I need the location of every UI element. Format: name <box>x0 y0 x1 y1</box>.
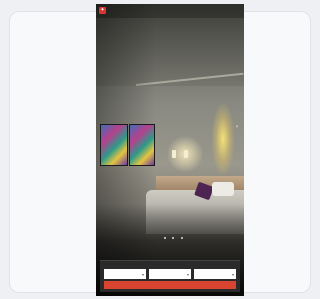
top-nav: ✦ <box>96 4 244 18</box>
wall-light <box>212 104 234 174</box>
calendar-icon: ▾ <box>186 272 189 277</box>
guests-icon: ▾ <box>231 272 234 277</box>
search-availability-button[interactable] <box>104 281 236 289</box>
guests-field[interactable]: ▾ <box>194 269 236 279</box>
booking-bar: ▾ ▾ ▾ <box>100 260 240 292</box>
mobile-page-screenshot: ✦ › ▾ ▾ ▾ <box>96 4 244 296</box>
calendar-icon: ▾ <box>141 272 144 277</box>
slide-dot[interactable] <box>164 237 166 239</box>
check-in-field[interactable]: ▾ <box>104 269 146 279</box>
wall-lamp <box>172 150 176 158</box>
slide-indicators <box>164 226 185 244</box>
slide-dot[interactable] <box>180 237 183 239</box>
chevron-right-icon[interactable]: › <box>236 124 238 130</box>
check-out-field[interactable]: ▾ <box>149 269 191 279</box>
wall-art <box>100 124 128 166</box>
slide-dot[interactable] <box>172 237 175 239</box>
wall-lamp <box>184 150 188 158</box>
brand-logo-icon[interactable]: ✦ <box>99 7 106 14</box>
wall-art <box>129 124 155 166</box>
pillow <box>212 182 234 196</box>
